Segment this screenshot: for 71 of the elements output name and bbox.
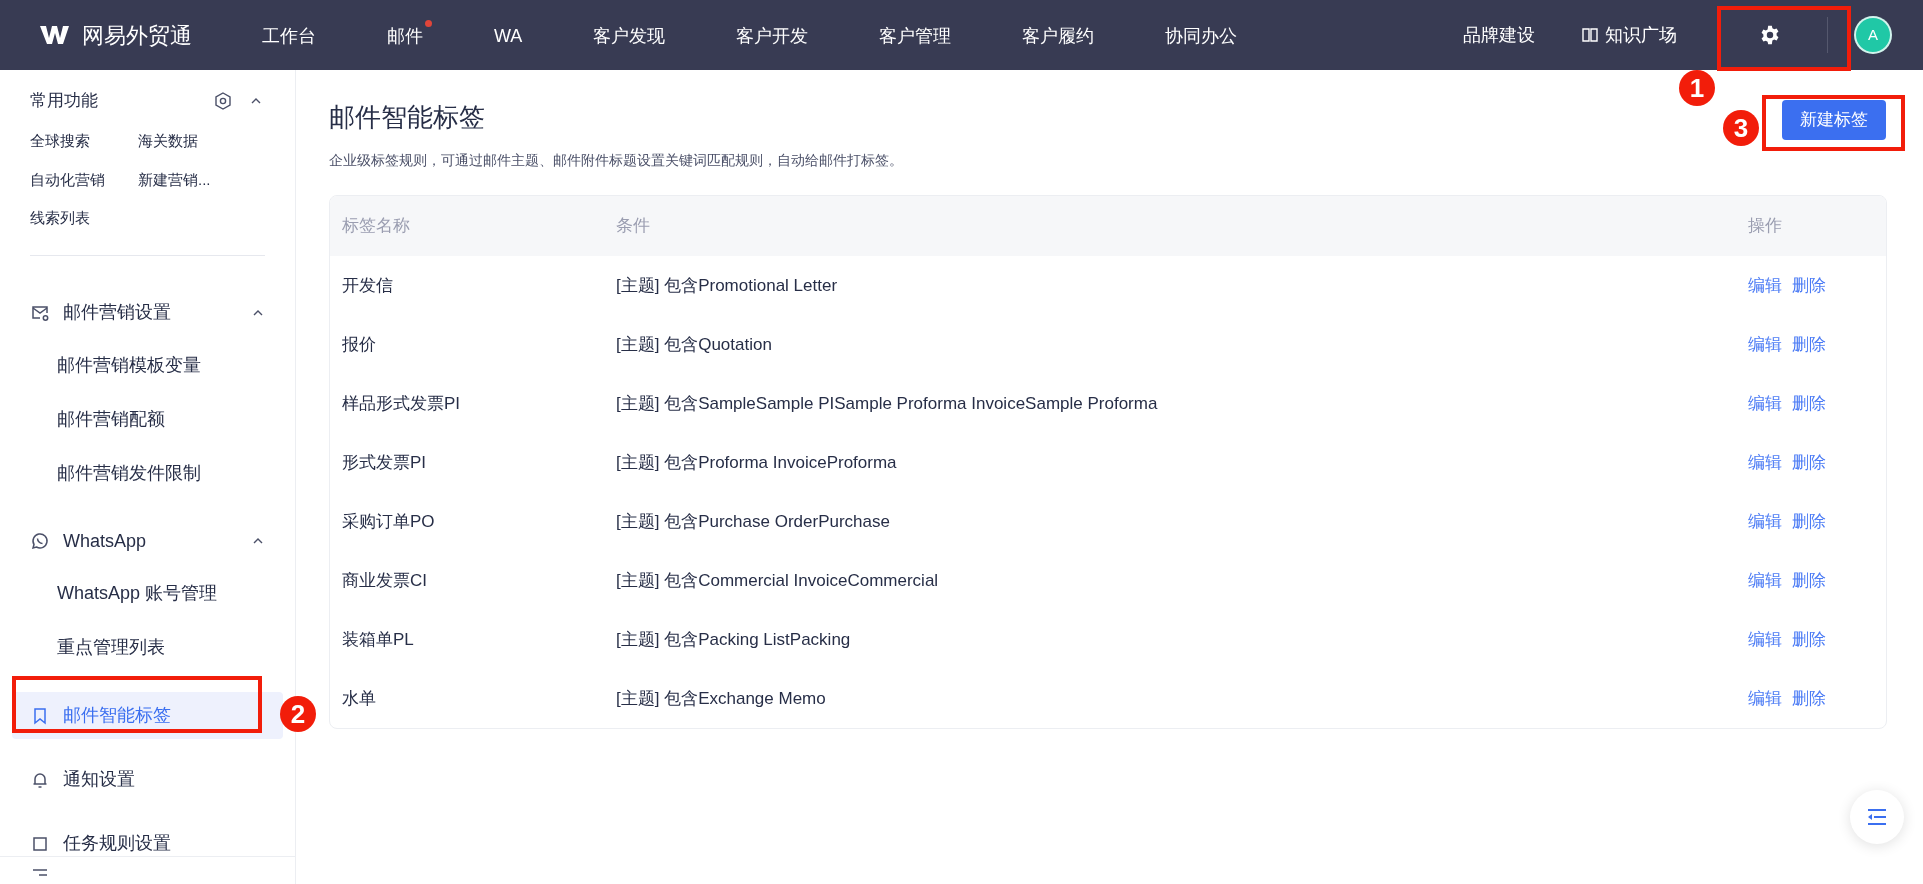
nav-tab[interactable]: WA xyxy=(494,20,532,50)
action-link[interactable]: 编辑 xyxy=(1748,685,1782,712)
action-link[interactable]: 编辑 xyxy=(1748,390,1782,417)
step-number: 3 xyxy=(1723,110,1759,146)
table-cell-text: [主题] 包含Purchase OrderPurchase xyxy=(616,510,891,533)
quick-link[interactable]: 新建营销... xyxy=(138,168,248,191)
whatsapp-icon xyxy=(30,531,50,552)
nav-tab[interactable]: 邮件 xyxy=(387,20,432,50)
nav-link[interactable]: 品牌建设 xyxy=(1463,21,1535,49)
table-cell-text: [主题] 包含SampleSample PISample Proforma InvoiceSample Proforma xyxy=(616,392,1159,415)
action-link[interactable]: 编辑 xyxy=(1748,567,1782,594)
page-description: 企业级标签规则，可通过邮件主题、邮件附件标题设置关键词匹配规则，自动给邮件打标签。 xyxy=(329,151,903,170)
quick-link[interactable]: 海关数据 xyxy=(138,130,248,153)
nav-tab[interactable]: 客户发现 xyxy=(593,20,675,50)
action-link[interactable]: 删除 xyxy=(1792,272,1826,299)
action-link[interactable]: 删除 xyxy=(1792,449,1826,476)
quick-link[interactable]: 全球搜索 xyxy=(30,130,138,153)
nav-tab[interactable]: 客户开发 xyxy=(736,20,818,50)
action-link[interactable]: 删除 xyxy=(1792,331,1826,358)
quick-link[interactable]: 自动化营销 xyxy=(30,168,138,191)
menu-group-header[interactable]: 邮件营销设置 xyxy=(12,289,283,337)
table-cell-text: 水单 xyxy=(342,687,377,710)
action-link[interactable]: 删除 xyxy=(1792,390,1826,417)
step-number: 1 xyxy=(1679,70,1715,106)
action-link[interactable]: 删除 xyxy=(1792,508,1826,535)
nav-tab[interactable]: 客户履约 xyxy=(1022,20,1104,50)
logo-text: 网易外贸通 xyxy=(82,21,192,50)
action-link[interactable]: 删除 xyxy=(1792,626,1826,653)
table-cell-text: 报价 xyxy=(342,333,377,356)
nav-link[interactable]: 知识广场 xyxy=(1581,21,1677,49)
menu-group-header[interactable]: WhatsApp xyxy=(12,517,283,565)
table-cell-text: 采购订单PO xyxy=(342,510,436,533)
hexagon-settings-icon[interactable] xyxy=(213,91,233,111)
quick-link[interactable]: 线索列表 xyxy=(30,207,138,230)
submenu-item[interactable]: 邮件营销配额 xyxy=(12,394,283,445)
table-cell-text: 装箱单PL xyxy=(342,628,415,651)
action-link[interactable]: 删除 xyxy=(1792,567,1826,594)
new-tag-button[interactable]: 新建标签 xyxy=(1782,100,1886,140)
table-cell-text: [主题] 包含Proforma InvoiceProforma xyxy=(616,451,898,474)
action-link[interactable]: 编辑 xyxy=(1748,626,1782,653)
table-cell-text: [主题] 包含Promotional Letter xyxy=(616,274,839,297)
step-number: 2 xyxy=(280,696,316,732)
column-header: 操作 xyxy=(1748,215,1783,238)
submenu-item[interactable]: WhatsApp 账号管理 xyxy=(12,568,283,619)
table-cell-text: 样品形式发票PI xyxy=(342,392,462,415)
submenu-item[interactable]: 重点管理列表 xyxy=(12,622,283,673)
table-cell-text: [主题] 包含Exchange Memo xyxy=(616,687,827,710)
table-cell-text: [主题] 包含Commercial InvoiceCommercial xyxy=(616,569,940,592)
action-link[interactable]: 编辑 xyxy=(1748,449,1782,476)
table-cell-text: 开发信 xyxy=(342,274,394,297)
nav-tab[interactable]: 工作台 xyxy=(262,20,325,50)
column-header: 标签名称 xyxy=(342,215,411,238)
menu-item[interactable]: 任务规则设置 xyxy=(12,820,283,867)
action-link[interactable]: 删除 xyxy=(1792,685,1826,712)
page-title: 邮件智能标签 xyxy=(329,101,486,134)
column-header: 条件 xyxy=(616,215,651,238)
section-title: 常用功能 xyxy=(30,90,98,113)
submenu-item[interactable]: 邮件营销发件限制 xyxy=(12,448,283,498)
table-cell-text: 商业发票CI xyxy=(342,569,428,592)
table-cell-text: 形式发票PI xyxy=(342,451,428,474)
action-link[interactable]: 编辑 xyxy=(1748,508,1782,535)
submenu-item[interactable]: 邮件营销模板变量 xyxy=(12,340,283,391)
table-cell-text: [主题] 包含Quotation xyxy=(616,333,773,356)
nav-tab[interactable]: 协同办公 xyxy=(1165,20,1247,50)
settings-icon[interactable] xyxy=(1759,24,1781,46)
action-link[interactable]: 编辑 xyxy=(1748,331,1782,358)
menu-item[interactable]: 通知设置 xyxy=(12,756,283,804)
book-icon xyxy=(1581,26,1599,44)
nav-tab[interactable]: 客户管理 xyxy=(879,20,961,50)
action-link[interactable]: 编辑 xyxy=(1748,272,1782,299)
table-cell-text: [主题] 包含Packing ListPacking xyxy=(616,628,852,651)
